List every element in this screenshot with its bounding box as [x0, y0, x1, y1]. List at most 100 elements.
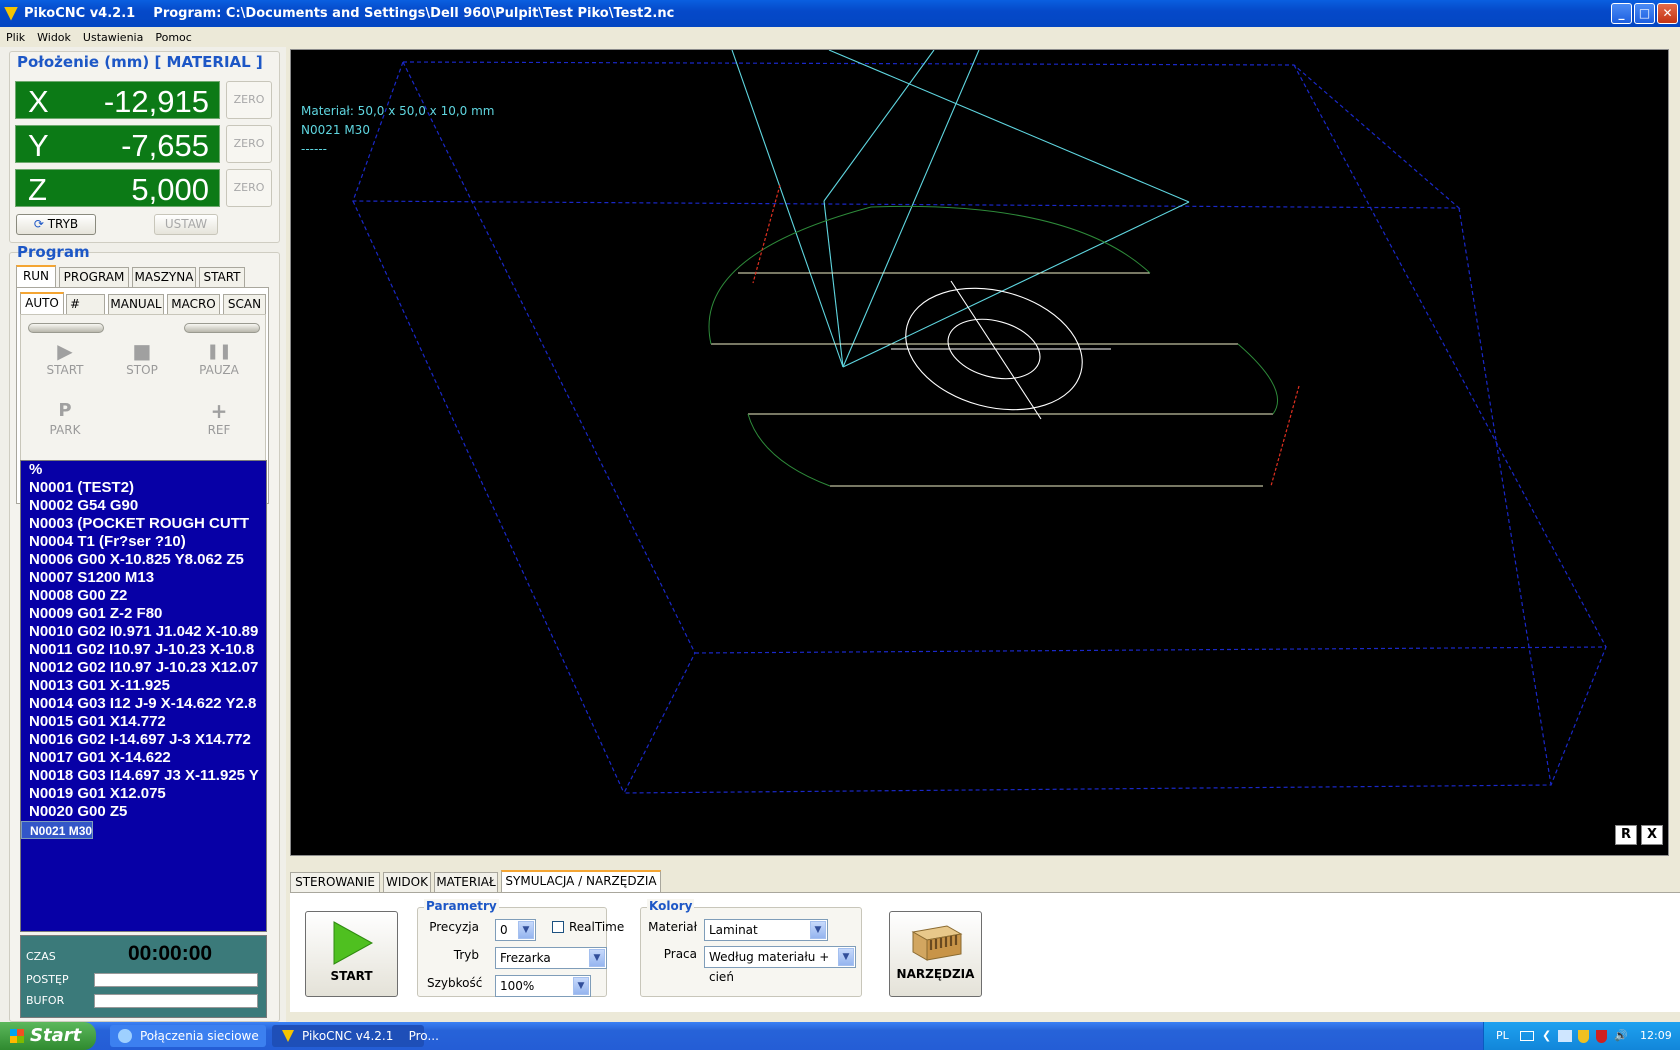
mode-select[interactable]: Frezarka ▼: [495, 947, 607, 969]
code-line[interactable]: N0012 G02 I10.97 J-10.23 X12.07: [21, 659, 266, 677]
code-line[interactable]: N0017 G01 X-14.622: [21, 749, 266, 767]
tools-button[interactable]: NARZĘDZIA: [889, 911, 982, 997]
subtab-macro[interactable]: MACRO: [167, 294, 220, 314]
rapid-move: [842, 201, 1190, 368]
park-control[interactable]: P PARK: [30, 399, 100, 437]
box-edge: [402, 61, 696, 654]
code-line[interactable]: N0014 G03 I12 J-9 X-14.622 Y2.8: [21, 695, 266, 713]
rapid-move: [731, 50, 844, 368]
y-axis-label: Y: [28, 128, 49, 163]
tab-program[interactable]: PROGRAM: [59, 267, 129, 287]
menu-plik[interactable]: Plik: [0, 31, 31, 44]
code-line[interactable]: N0015 G01 X14.772: [21, 713, 266, 731]
code-line[interactable]: N0009 G01 Z-2 F80: [21, 605, 266, 623]
tab-start[interactable]: START: [199, 267, 245, 287]
plus-icon: +: [210, 399, 228, 423]
code-line[interactable]: N0013 G01 X-11.925: [21, 677, 266, 695]
menu-widok[interactable]: Widok: [31, 31, 77, 44]
gcode-list[interactable]: % N0001 (TEST2) N0002 G54 G90 N0003 (POCKET…: [20, 460, 267, 932]
title-bar: PikoCNC v4.2.1 Program: C:\Documents and…: [0, 0, 1680, 27]
x-axis-label: X: [28, 84, 49, 119]
tab-widok[interactable]: WIDOK: [383, 872, 431, 892]
code-line[interactable]: N0008 G00 Z2: [21, 587, 266, 605]
z-zero-button[interactable]: ZERO: [226, 169, 272, 207]
code-line[interactable]: N0019 G01 X12.075: [21, 785, 266, 803]
feed-slider[interactable]: [28, 323, 104, 333]
rapid-move: [823, 50, 935, 202]
code-line[interactable]: N0018 G03 I14.697 J3 X-11.925 Y: [21, 767, 266, 785]
material-color-value: Laminat: [709, 923, 758, 937]
task-network-connections[interactable]: Połączenia sieciowe: [110, 1025, 266, 1047]
shield-icon[interactable]: [1578, 1030, 1589, 1043]
pocket-ellipses: [891, 280, 1111, 420]
y-zero-button[interactable]: ZERO: [226, 125, 272, 163]
spindle-slider[interactable]: [184, 323, 260, 333]
code-line[interactable]: N0021 M30: [21, 821, 94, 839]
chevron-down-icon: ▼: [838, 948, 854, 966]
start-control[interactable]: ▶ START: [30, 339, 100, 377]
menu-pomoc[interactable]: Pomoc: [149, 31, 197, 44]
close-view-button[interactable]: X: [1641, 825, 1663, 845]
start-button[interactable]: Start: [0, 1022, 96, 1050]
arc-move: [708, 205, 1151, 345]
menu-ustawienia[interactable]: Ustawienia: [77, 31, 149, 44]
mode-button[interactable]: ⟳ TRYB: [16, 214, 96, 235]
subtab-scan[interactable]: SCAN: [223, 294, 266, 314]
code-line[interactable]: N0002 G54 G90: [21, 497, 266, 515]
sim-start-button[interactable]: START: [305, 911, 398, 997]
x-zero-button[interactable]: ZERO: [226, 81, 272, 119]
precision-select[interactable]: 0 ▼: [495, 919, 536, 941]
start-control-label: START: [46, 363, 84, 377]
code-line[interactable]: N0011 G02 I10.97 J-10.23 X-10.8: [21, 641, 266, 659]
keyboard-icon[interactable]: [1520, 1031, 1534, 1041]
subtab-manual[interactable]: MANUAL: [108, 294, 164, 314]
code-line[interactable]: N0007 S1200 M13: [21, 569, 266, 587]
toolpath-view[interactable]: Materiał: 50,0 x 50,0 x 10,0 mm N0021 M3…: [290, 49, 1669, 856]
network-tray-icon[interactable]: [1558, 1030, 1572, 1042]
taskbar: Start Połączenia sieciowe PikoCNC v4.2.1…: [0, 1022, 1680, 1050]
subtab-hash[interactable]: #: [66, 294, 105, 314]
security-icon[interactable]: [1596, 1030, 1607, 1043]
code-line[interactable]: N0020 G00 Z5: [21, 803, 266, 821]
ref-control[interactable]: + REF: [184, 399, 254, 437]
tab-sterowanie[interactable]: STEROWANIE: [290, 872, 380, 892]
arrow-icon[interactable]: ❮: [1542, 1022, 1551, 1050]
tab-run[interactable]: RUN: [16, 265, 56, 287]
work-color-select[interactable]: Według materiału + cień ▼: [704, 946, 856, 984]
ref-control-label: REF: [207, 423, 231, 437]
rapid-move: [823, 200, 844, 368]
task-label: Połączenia sieciowe: [140, 1029, 259, 1043]
z-axis-label: Z: [28, 172, 47, 207]
code-line[interactable]: N0016 G02 I-14.697 J-3 X14.772: [21, 731, 266, 749]
time-value: 00:00:00: [128, 942, 213, 965]
code-line[interactable]: N0006 G00 X-10.825 Y8.062 Z5: [21, 551, 266, 569]
code-line[interactable]: N0003 (POCKET ROUGH CUTT: [21, 515, 266, 533]
close-button[interactable]: ✕: [1657, 3, 1678, 24]
speaker-icon[interactable]: 🔊: [1614, 1022, 1628, 1050]
code-line[interactable]: N0004 T1 (Fr?ser ?10): [21, 533, 266, 551]
language-indicator[interactable]: PL: [1496, 1022, 1509, 1050]
task-pikocnc[interactable]: PikoCNC v4.2.1 Pro...: [272, 1025, 439, 1047]
tab-material[interactable]: MATERIAŁ: [434, 872, 498, 892]
pause-control[interactable]: ❚❚ PAUZA: [184, 339, 254, 377]
play-icon: ▶: [57, 339, 73, 363]
arc-move: [747, 413, 831, 487]
material-color-select[interactable]: Laminat ▼: [704, 919, 828, 941]
realtime-checkbox[interactable]: [552, 921, 564, 933]
progress-label: POSTĘP: [26, 973, 69, 986]
code-line[interactable]: N0001 (TEST2): [21, 479, 266, 497]
maximize-button[interactable]: □: [1634, 3, 1655, 24]
minimize-button[interactable]: _: [1611, 3, 1632, 24]
code-line[interactable]: %: [21, 461, 266, 479]
tab-maszyna[interactable]: MASZYNA: [132, 267, 196, 287]
subtab-auto[interactable]: AUTO: [20, 292, 64, 314]
system-tray: PL ❮ 🔊 12:09: [1483, 1022, 1680, 1050]
y-axis-value: -7,655: [121, 128, 209, 163]
speed-select[interactable]: 100% ▼: [495, 975, 591, 997]
code-line[interactable]: N0010 G02 I0.971 J1.042 X-10.89: [21, 623, 266, 641]
stop-control[interactable]: ■ STOP: [107, 339, 177, 377]
set-button[interactable]: USTAW: [154, 214, 218, 235]
reset-view-button[interactable]: R: [1615, 825, 1637, 845]
progress-bar: [94, 973, 258, 987]
tab-symulacja[interactable]: SYMULACJA / NARZĘDZIA: [501, 870, 661, 892]
